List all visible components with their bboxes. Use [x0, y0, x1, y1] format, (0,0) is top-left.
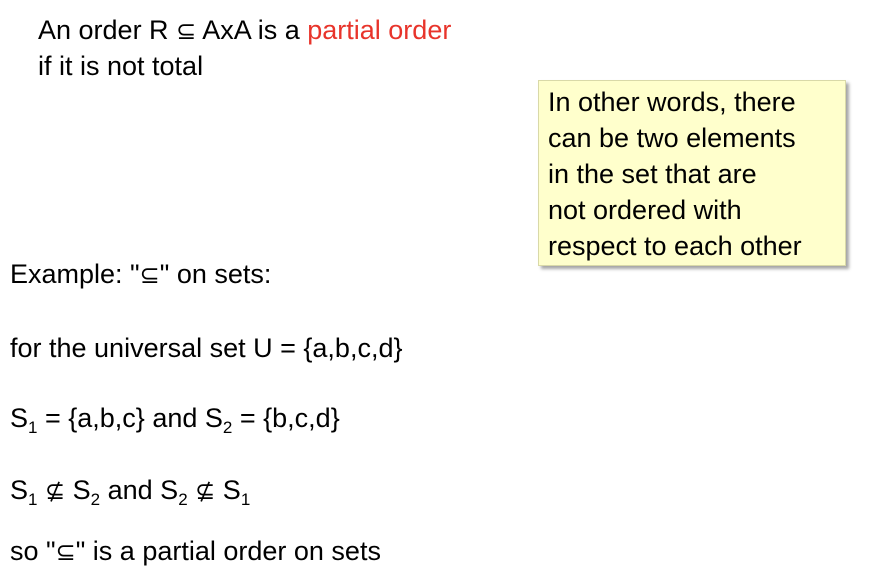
set-s2-subscript: 2 — [178, 490, 188, 509]
example-intro-suffix: " on sets: — [159, 259, 272, 289]
note-line: not ordered with — [548, 195, 742, 225]
conclusion-prefix: so " — [10, 536, 56, 566]
not-subset-line: S1 ⊈ S2 and S2 ⊈ S1 — [10, 474, 251, 509]
note-line: respect to each other — [548, 231, 802, 261]
universal-set-line: for the universal set U = {a,b,c,d} — [10, 333, 403, 363]
note-line: In other words, there — [548, 87, 796, 117]
and-text: and — [100, 475, 161, 505]
set-s1-value: = {a,b,c} and — [37, 403, 205, 433]
set-s2-letter: S — [72, 475, 91, 505]
set-s1-letter: S — [222, 475, 241, 505]
partial-order-highlight: partial order — [307, 15, 452, 45]
set-s2-value: = {b,c,d} — [232, 403, 340, 433]
set-s2-subscript: 2 — [222, 418, 233, 437]
definition-prefix: An order R — [38, 15, 169, 45]
not-subset-symbol: ⊈ — [195, 477, 216, 505]
definition-line-1: An order R ⊆ AxA is a partial order — [38, 14, 451, 47]
set-s2-subscript: 2 — [90, 490, 101, 509]
set-definitions-line: S1 = {a,b,c} and S2 = {b,c,d} — [10, 402, 340, 437]
example-intro-prefix: Example: " — [10, 259, 140, 289]
definition-middle: AxA is a — [202, 15, 308, 45]
set-s2-letter: S — [204, 403, 223, 433]
set-s1-letter: S — [10, 403, 29, 433]
set-s2-letter: S — [160, 475, 179, 505]
note-line: can be two elements — [548, 123, 796, 153]
definition-line-2: if it is not total — [38, 51, 204, 81]
conclusion-suffix: " is a partial order on sets — [75, 536, 381, 566]
set-s1-letter: S — [10, 475, 29, 505]
set-s1-subscript: 1 — [240, 490, 251, 509]
conclusion-line: so "⊆" is a partial order on sets — [10, 535, 381, 568]
subset-symbol: ⊆ — [139, 261, 160, 289]
subset-symbol: ⊆ — [55, 538, 76, 566]
note-line: in the set that are — [548, 159, 757, 189]
note-callout: In other words, there can be two element… — [538, 80, 846, 266]
example-intro: Example: "⊆" on sets: — [10, 258, 271, 291]
set-s1-subscript: 1 — [28, 490, 38, 509]
subset-symbol: ⊆ — [176, 17, 197, 45]
not-subset-symbol: ⊈ — [45, 477, 66, 505]
